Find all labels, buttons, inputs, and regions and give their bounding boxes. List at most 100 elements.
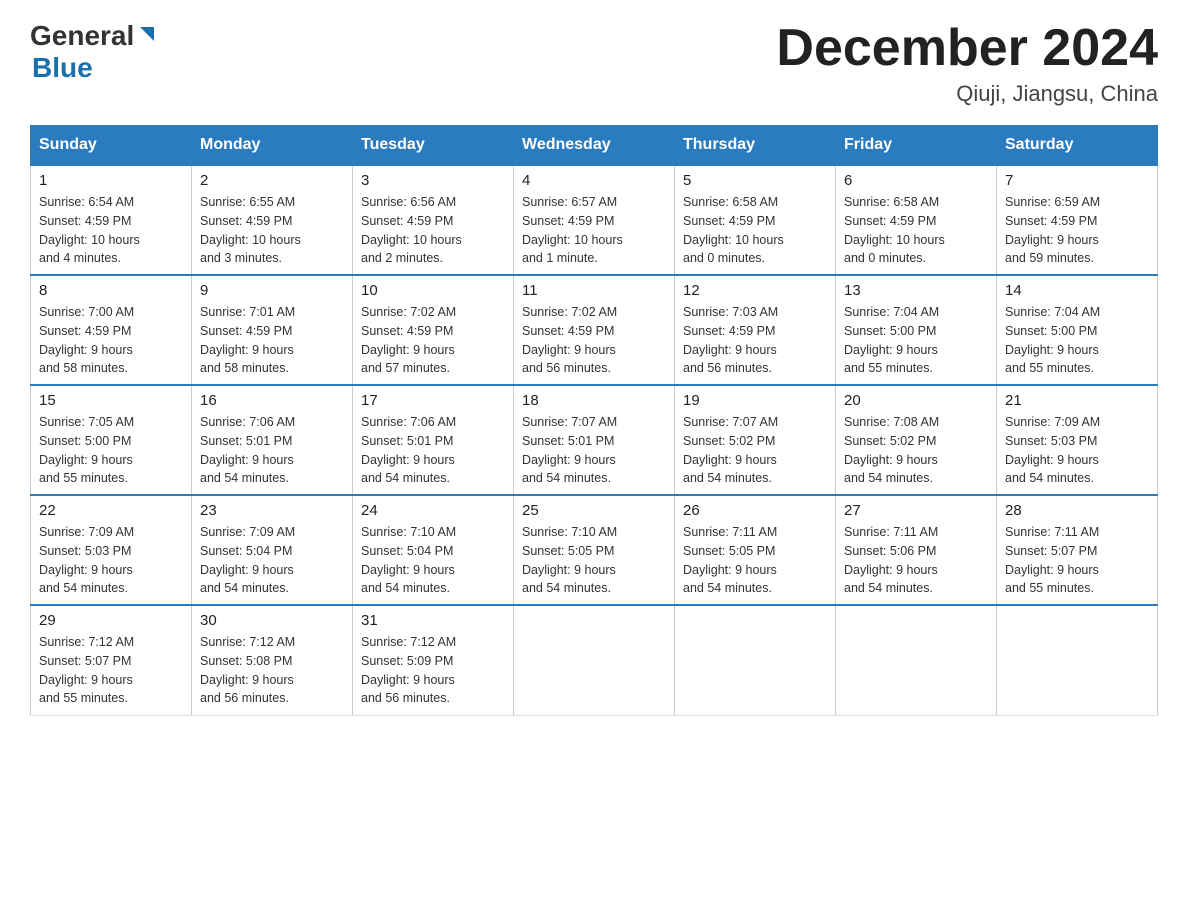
calendar-week-5: 29 Sunrise: 7:12 AMSunset: 5:07 PMDaylig… <box>31 605 1158 715</box>
cell-info: Sunrise: 7:11 AMSunset: 5:06 PMDaylight:… <box>844 525 938 595</box>
day-number: 29 <box>39 612 183 629</box>
weekday-header-tuesday: Tuesday <box>353 126 514 166</box>
day-number: 6 <box>844 172 988 189</box>
calendar-week-4: 22 Sunrise: 7:09 AMSunset: 5:03 PMDaylig… <box>31 495 1158 605</box>
calendar-week-3: 15 Sunrise: 7:05 AMSunset: 5:00 PMDaylig… <box>31 385 1158 495</box>
calendar-cell: 29 Sunrise: 7:12 AMSunset: 5:07 PMDaylig… <box>31 605 192 715</box>
calendar-cell: 1 Sunrise: 6:54 AMSunset: 4:59 PMDayligh… <box>31 165 192 275</box>
calendar-cell: 8 Sunrise: 7:00 AMSunset: 4:59 PMDayligh… <box>31 275 192 385</box>
day-number: 30 <box>200 612 344 629</box>
weekday-header-friday: Friday <box>836 126 997 166</box>
day-number: 28 <box>1005 502 1149 519</box>
cell-info: Sunrise: 7:07 AMSunset: 5:02 PMDaylight:… <box>683 415 778 485</box>
calendar-cell: 14 Sunrise: 7:04 AMSunset: 5:00 PMDaylig… <box>997 275 1158 385</box>
weekday-header-wednesday: Wednesday <box>514 126 675 166</box>
day-number: 12 <box>683 282 827 299</box>
calendar-cell: 11 Sunrise: 7:02 AMSunset: 4:59 PMDaylig… <box>514 275 675 385</box>
calendar-cell: 23 Sunrise: 7:09 AMSunset: 5:04 PMDaylig… <box>192 495 353 605</box>
day-number: 26 <box>683 502 827 519</box>
logo: General Blue <box>30 20 158 84</box>
day-number: 31 <box>361 612 505 629</box>
cell-info: Sunrise: 7:09 AMSunset: 5:03 PMDaylight:… <box>1005 415 1100 485</box>
calendar-cell: 27 Sunrise: 7:11 AMSunset: 5:06 PMDaylig… <box>836 495 997 605</box>
weekday-header-thursday: Thursday <box>675 126 836 166</box>
cell-info: Sunrise: 7:10 AMSunset: 5:05 PMDaylight:… <box>522 525 617 595</box>
cell-info: Sunrise: 7:04 AMSunset: 5:00 PMDaylight:… <box>844 305 939 375</box>
day-number: 11 <box>522 282 666 299</box>
day-number: 1 <box>39 172 183 189</box>
calendar-cell: 9 Sunrise: 7:01 AMSunset: 4:59 PMDayligh… <box>192 275 353 385</box>
cell-info: Sunrise: 6:58 AMSunset: 4:59 PMDaylight:… <box>844 195 945 265</box>
cell-info: Sunrise: 7:12 AMSunset: 5:08 PMDaylight:… <box>200 635 295 705</box>
day-number: 14 <box>1005 282 1149 299</box>
calendar-cell <box>836 605 997 715</box>
cell-info: Sunrise: 7:10 AMSunset: 5:04 PMDaylight:… <box>361 525 456 595</box>
day-number: 13 <box>844 282 988 299</box>
calendar-cell: 24 Sunrise: 7:10 AMSunset: 5:04 PMDaylig… <box>353 495 514 605</box>
calendar-cell: 12 Sunrise: 7:03 AMSunset: 4:59 PMDaylig… <box>675 275 836 385</box>
cell-info: Sunrise: 7:08 AMSunset: 5:02 PMDaylight:… <box>844 415 939 485</box>
calendar-cell: 16 Sunrise: 7:06 AMSunset: 5:01 PMDaylig… <box>192 385 353 495</box>
logo-blue-text: Blue <box>32 52 93 83</box>
day-number: 24 <box>361 502 505 519</box>
cell-info: Sunrise: 7:03 AMSunset: 4:59 PMDaylight:… <box>683 305 778 375</box>
cell-info: Sunrise: 6:59 AMSunset: 4:59 PMDaylight:… <box>1005 195 1100 265</box>
calendar-cell: 10 Sunrise: 7:02 AMSunset: 4:59 PMDaylig… <box>353 275 514 385</box>
page-header: General Blue December 2024 Qiuji, Jiangs… <box>30 20 1158 107</box>
cell-info: Sunrise: 7:06 AMSunset: 5:01 PMDaylight:… <box>361 415 456 485</box>
month-title: December 2024 <box>776 20 1158 77</box>
cell-info: Sunrise: 6:56 AMSunset: 4:59 PMDaylight:… <box>361 195 462 265</box>
cell-info: Sunrise: 7:01 AMSunset: 4:59 PMDaylight:… <box>200 305 295 375</box>
calendar-cell: 25 Sunrise: 7:10 AMSunset: 5:05 PMDaylig… <box>514 495 675 605</box>
cell-info: Sunrise: 7:12 AMSunset: 5:09 PMDaylight:… <box>361 635 456 705</box>
calendar-cell: 26 Sunrise: 7:11 AMSunset: 5:05 PMDaylig… <box>675 495 836 605</box>
calendar-cell: 7 Sunrise: 6:59 AMSunset: 4:59 PMDayligh… <box>997 165 1158 275</box>
cell-info: Sunrise: 6:58 AMSunset: 4:59 PMDaylight:… <box>683 195 784 265</box>
cell-info: Sunrise: 7:12 AMSunset: 5:07 PMDaylight:… <box>39 635 134 705</box>
cell-info: Sunrise: 7:07 AMSunset: 5:01 PMDaylight:… <box>522 415 617 485</box>
day-number: 4 <box>522 172 666 189</box>
calendar-week-1: 1 Sunrise: 6:54 AMSunset: 4:59 PMDayligh… <box>31 165 1158 275</box>
day-number: 3 <box>361 172 505 189</box>
day-number: 21 <box>1005 392 1149 409</box>
calendar-cell: 22 Sunrise: 7:09 AMSunset: 5:03 PMDaylig… <box>31 495 192 605</box>
calendar-table: SundayMondayTuesdayWednesdayThursdayFrid… <box>30 125 1158 716</box>
calendar-cell: 31 Sunrise: 7:12 AMSunset: 5:09 PMDaylig… <box>353 605 514 715</box>
calendar-cell <box>997 605 1158 715</box>
day-number: 16 <box>200 392 344 409</box>
day-number: 18 <box>522 392 666 409</box>
cell-info: Sunrise: 7:11 AMSunset: 5:07 PMDaylight:… <box>1005 525 1099 595</box>
calendar-cell: 4 Sunrise: 6:57 AMSunset: 4:59 PMDayligh… <box>514 165 675 275</box>
cell-info: Sunrise: 7:06 AMSunset: 5:01 PMDaylight:… <box>200 415 295 485</box>
logo-triangle-icon <box>136 23 158 50</box>
day-number: 20 <box>844 392 988 409</box>
calendar-cell <box>675 605 836 715</box>
cell-info: Sunrise: 6:57 AMSunset: 4:59 PMDaylight:… <box>522 195 623 265</box>
calendar-cell: 6 Sunrise: 6:58 AMSunset: 4:59 PMDayligh… <box>836 165 997 275</box>
day-number: 27 <box>844 502 988 519</box>
day-number: 7 <box>1005 172 1149 189</box>
calendar-cell: 2 Sunrise: 6:55 AMSunset: 4:59 PMDayligh… <box>192 165 353 275</box>
calendar-cell: 19 Sunrise: 7:07 AMSunset: 5:02 PMDaylig… <box>675 385 836 495</box>
calendar-cell: 18 Sunrise: 7:07 AMSunset: 5:01 PMDaylig… <box>514 385 675 495</box>
weekday-header-row: SundayMondayTuesdayWednesdayThursdayFrid… <box>31 126 1158 166</box>
cell-info: Sunrise: 7:05 AMSunset: 5:00 PMDaylight:… <box>39 415 134 485</box>
calendar-cell: 3 Sunrise: 6:56 AMSunset: 4:59 PMDayligh… <box>353 165 514 275</box>
cell-info: Sunrise: 7:09 AMSunset: 5:04 PMDaylight:… <box>200 525 295 595</box>
cell-info: Sunrise: 7:09 AMSunset: 5:03 PMDaylight:… <box>39 525 134 595</box>
weekday-header-saturday: Saturday <box>997 126 1158 166</box>
day-number: 5 <box>683 172 827 189</box>
cell-info: Sunrise: 6:55 AMSunset: 4:59 PMDaylight:… <box>200 195 301 265</box>
day-number: 10 <box>361 282 505 299</box>
calendar-cell: 30 Sunrise: 7:12 AMSunset: 5:08 PMDaylig… <box>192 605 353 715</box>
day-number: 22 <box>39 502 183 519</box>
cell-info: Sunrise: 6:54 AMSunset: 4:59 PMDaylight:… <box>39 195 140 265</box>
weekday-header-monday: Monday <box>192 126 353 166</box>
day-number: 8 <box>39 282 183 299</box>
logo-general-text: General <box>30 20 134 52</box>
calendar-cell: 15 Sunrise: 7:05 AMSunset: 5:00 PMDaylig… <box>31 385 192 495</box>
day-number: 19 <box>683 392 827 409</box>
cell-info: Sunrise: 7:02 AMSunset: 4:59 PMDaylight:… <box>522 305 617 375</box>
calendar-cell: 21 Sunrise: 7:09 AMSunset: 5:03 PMDaylig… <box>997 385 1158 495</box>
cell-info: Sunrise: 7:02 AMSunset: 4:59 PMDaylight:… <box>361 305 456 375</box>
